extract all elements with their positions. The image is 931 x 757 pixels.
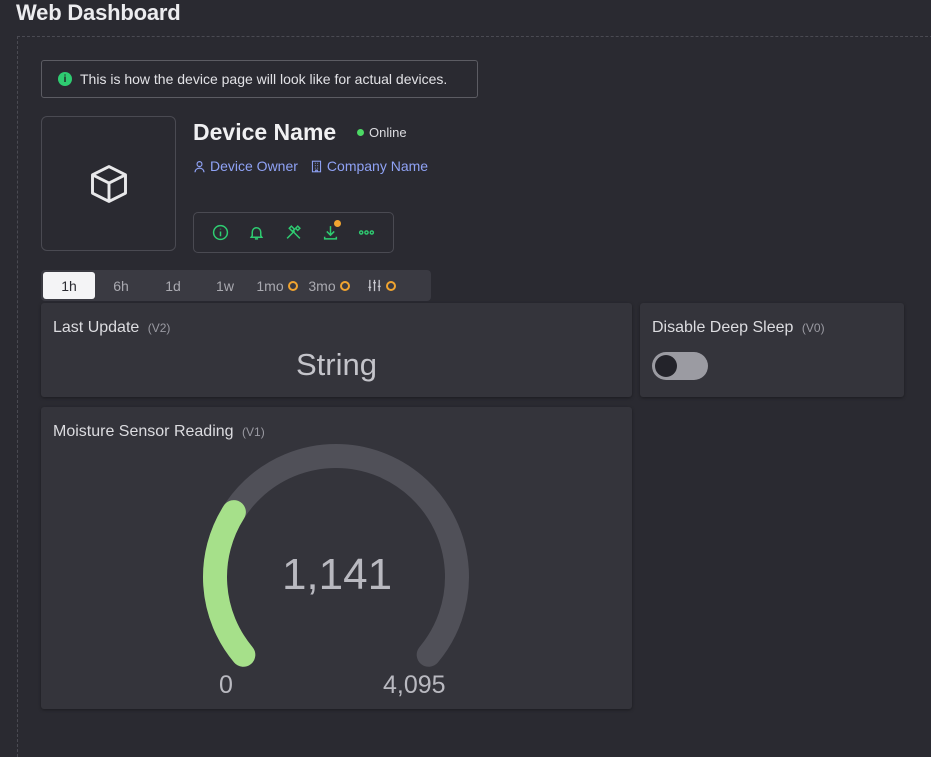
- more-icon: [359, 230, 375, 235]
- info-icon: i: [58, 72, 72, 86]
- device-actions-bar: [193, 212, 394, 253]
- deep-sleep-toggle[interactable]: [652, 352, 708, 380]
- sliders-icon: [367, 279, 381, 292]
- widget-value: String: [296, 347, 377, 382]
- page-title: Web Dashboard: [16, 0, 181, 25]
- gauge-fill: [203, 500, 256, 667]
- device-owner-label: Device Owner: [210, 158, 298, 174]
- tab-1d[interactable]: 1d: [147, 272, 199, 299]
- premium-dot: [287, 280, 298, 291]
- gauge-value: 1,141: [281, 550, 393, 599]
- company-name-link[interactable]: Company Name: [310, 158, 428, 174]
- info-banner: i This is how the device page will look …: [41, 60, 478, 98]
- bell-icon: [250, 226, 264, 240]
- company-name-label: Company Name: [326, 158, 429, 174]
- datastream-pin: (V2): [147, 321, 171, 335]
- device-image[interactable]: [41, 116, 176, 251]
- datastream-pin: (V0): [801, 321, 825, 335]
- widget-title-text: Disable Deep Sleep: [652, 319, 794, 336]
- tools-icon: [286, 225, 301, 239]
- time-range-tabs: 1h 6h 1d 1w 1mo 3mo: [41, 270, 431, 301]
- download-icon: [323, 226, 337, 240]
- more-action-button[interactable]: [355, 221, 379, 245]
- device-owner-link[interactable]: Device Owner: [193, 158, 298, 174]
- tab-1w[interactable]: 1w: [199, 272, 251, 299]
- device-meta-links: Device Owner Company Name: [193, 158, 428, 174]
- building-icon: [311, 160, 322, 172]
- maintenance-action-button[interactable]: [281, 221, 305, 245]
- notification-dot: [334, 219, 342, 227]
- ota-update-action-button[interactable]: [318, 219, 342, 245]
- toggle-knob: [655, 355, 677, 377]
- tab-1mo[interactable]: 1mo: [251, 272, 303, 299]
- info-icon: [212, 224, 228, 241]
- info-action-button[interactable]: [208, 221, 232, 245]
- deep-sleep-widget: Disable Deep Sleep (V0): [640, 303, 904, 397]
- status-text: Online: [369, 125, 407, 140]
- widget-title: Disable Deep Sleep (V0): [652, 319, 825, 337]
- widget-title-text: Last Update: [53, 319, 140, 336]
- widget-title: Last Update (V2): [53, 319, 170, 337]
- last-update-widget: Last Update (V2) String: [41, 303, 632, 397]
- tab-custom-range[interactable]: [355, 272, 407, 299]
- premium-dot: [385, 280, 396, 291]
- gauge-max-label: 4,095: [383, 671, 446, 699]
- tab-3mo[interactable]: 3mo: [303, 272, 355, 299]
- status-badge: Online: [357, 125, 407, 140]
- gauge-min-label: 0: [219, 671, 233, 699]
- device-name: Device Name: [193, 119, 337, 145]
- tab-3mo-label: 3mo: [308, 277, 336, 294]
- user-icon: [194, 160, 205, 172]
- tab-1h[interactable]: 1h: [43, 272, 95, 299]
- cube-icon: [90, 164, 127, 203]
- tab-6h[interactable]: 6h: [95, 272, 147, 299]
- tab-1mo-label: 1mo: [256, 277, 284, 294]
- status-dot: [357, 129, 364, 136]
- info-banner-text: This is how the device page will look li…: [80, 71, 448, 87]
- premium-dot: [339, 280, 350, 291]
- notifications-action-button[interactable]: [245, 221, 269, 245]
- moisture-gauge-widget: Moisture Sensor Reading (V1) 1,141 0 4,0…: [41, 407, 632, 709]
